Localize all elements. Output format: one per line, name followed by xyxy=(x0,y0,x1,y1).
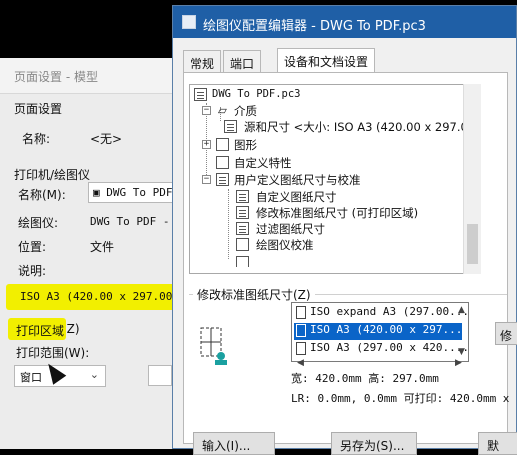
list-item[interactable]: ISO A3 (297.00 x 420.... xyxy=(294,341,468,358)
import-button[interactable]: 输入(I)... xyxy=(193,432,275,455)
tab-ports[interactable]: 端口 xyxy=(223,50,262,72)
tab-general[interactable]: 常规 xyxy=(183,50,222,72)
calibration-icon xyxy=(236,238,249,251)
modify-paper-group-label: 修改标准图纸尺寸(Z) xyxy=(193,286,315,303)
page-icon xyxy=(224,120,237,133)
location-value: 文件 xyxy=(90,240,115,254)
list-item[interactable]: ISO expand A3 (297.00... xyxy=(294,305,468,322)
plotter-label: 绘图仪: xyxy=(18,216,59,230)
collapse-icon: − xyxy=(202,105,211,115)
plotter-config-dialog: 绘图仪配置编辑器 - DWG To PDF.pc3 常规 端口 设备和文档设置 … xyxy=(172,5,517,455)
pc3-file-icon xyxy=(194,88,207,101)
scroll-thumb[interactable] xyxy=(467,224,478,264)
save-as-button[interactable]: 另存为(S)... xyxy=(331,432,417,455)
tree-item-cut-off xyxy=(236,255,466,267)
page-setup-name-label: 名称: xyxy=(22,132,51,146)
page-icon xyxy=(236,256,249,267)
plotter-config-titlebar[interactable]: 绘图仪配置编辑器 - DWG To PDF.pc3 xyxy=(173,6,516,38)
paper-margins: LR: 0.0mm, 0.0mm 可打印: 420.0mm x xyxy=(291,392,510,405)
printer-name-label: 名称(M): xyxy=(18,188,66,202)
scroll-up-icon[interactable]: ▲ xyxy=(458,305,465,315)
list-item-selected[interactable]: ISO A3 (420.00 x 297.... xyxy=(294,323,468,340)
page-icon xyxy=(236,190,249,203)
graphics-icon xyxy=(216,138,229,151)
page-icon xyxy=(236,222,249,235)
paper-preview-icon xyxy=(200,327,227,365)
paper-size-select[interactable]: ISO A3 (420.00 x 297.00 xyxy=(16,287,188,308)
app-icon xyxy=(182,15,196,29)
tab-device-settings[interactable]: 设备和文档设置 xyxy=(277,48,376,72)
plot-area-label: 打印区域 xyxy=(16,324,65,338)
location-label: 位置: xyxy=(18,240,47,254)
page-setup-titlebar: 页面设置 - 模型 xyxy=(0,58,190,94)
defaults-button[interactable]: 默 xyxy=(478,432,517,455)
modify-button[interactable]: 修 xyxy=(495,322,517,345)
properties-icon xyxy=(216,156,229,169)
description-label: 说明: xyxy=(18,264,47,278)
paper-dimensions: 宽: 420.0mm 高: 297.0mm xyxy=(291,372,439,385)
settings-tree[interactable]: DWG To PDF.pc3 − ▱ 介质 源和尺寸 <大小: ISO A3 (… xyxy=(189,84,481,274)
scroll-down-icon[interactable]: ▼ xyxy=(458,347,465,357)
page-setup-dialog: 页面设置 - 模型 页面设置 名称: <无> 打印机/绘图仪 名称(M): ▣ … xyxy=(0,58,190,449)
page-icon xyxy=(236,206,249,219)
page-setup-name-value: <无> xyxy=(90,132,123,146)
media-icon: ▱ xyxy=(218,103,227,117)
scroll-right-icon[interactable]: ▶ xyxy=(455,358,462,368)
tree-scrollbar[interactable] xyxy=(463,84,481,274)
page-setup-section-label: 页面设置 xyxy=(14,102,63,116)
printer-section-label: 打印机/绘图仪 xyxy=(14,168,91,182)
printer-icon: ▣ xyxy=(93,186,107,199)
plot-range-window-button[interactable] xyxy=(148,365,172,386)
plot-range-label: 打印范围(W): xyxy=(16,346,90,360)
plotter-value: DWG To PDF - xyxy=(90,215,170,228)
chevron-down-icon: ⌄ xyxy=(89,368,99,381)
scroll-left-icon[interactable]: ◀ xyxy=(297,358,304,368)
calibration-icon xyxy=(216,173,229,186)
dialog-title: 绘图仪配置编辑器 - DWG To PDF.pc3 xyxy=(203,19,426,34)
page-setup-title: 页面设置 - 模型 xyxy=(14,70,98,84)
expand-icon: + xyxy=(202,139,211,149)
collapse-icon: − xyxy=(202,174,211,184)
paper-size-list[interactable]: ISO expand A3 (297.00... ISO A3 (420.00 … xyxy=(291,302,469,362)
